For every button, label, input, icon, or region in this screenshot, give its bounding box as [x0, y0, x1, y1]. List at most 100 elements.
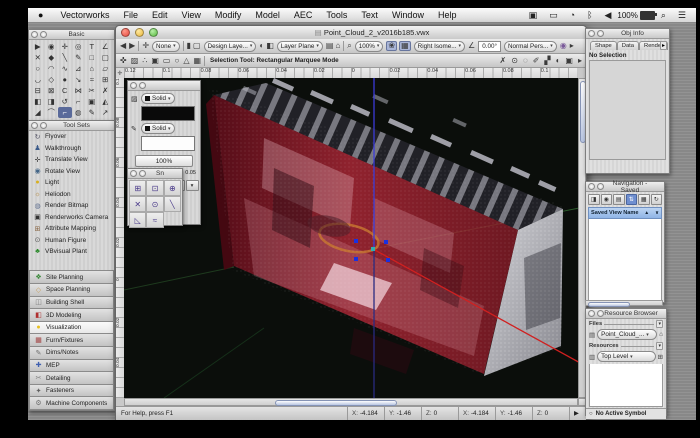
menu-item[interactable]: Help	[431, 10, 464, 20]
category-button[interactable]: ✚ MEP	[29, 359, 114, 372]
toolbar-icon[interactable]: ◧	[266, 42, 274, 50]
category-button[interactable]: ◇ Space Planning	[29, 283, 114, 296]
tool-icon[interactable]: ▱	[99, 63, 113, 74]
window-titlebar[interactable]: ▤ Point_Cloud_2_v2016b185.vwx	[116, 26, 586, 40]
mode-icon[interactable]: ⊙	[511, 57, 518, 65]
tool-icon[interactable]: ∠	[99, 41, 113, 52]
tool-set-item[interactable]: ◉ Rotate View	[29, 166, 114, 178]
navigation-mode-icon[interactable]: ⇅	[626, 194, 638, 205]
menu-item[interactable]: View	[175, 10, 208, 20]
tool-icon[interactable]: ⌒	[45, 107, 59, 118]
tool-icon[interactable]: ⌐	[58, 107, 72, 118]
tool-icon[interactable]: ↘	[72, 74, 86, 85]
pen-style-dropdown[interactable]: Solid	[141, 123, 175, 134]
mode-icon[interactable]: ∴	[142, 57, 147, 65]
snap-mode-icon[interactable]: ✕	[129, 196, 146, 212]
notification-center-icon[interactable]: ☰	[672, 10, 696, 21]
tool-sets-titlebar[interactable]: Tool Sets	[29, 121, 114, 131]
forward-button[interactable]: ▶	[129, 42, 135, 50]
close-icon[interactable]	[588, 310, 595, 317]
magnifier-icon[interactable]: ⌕	[347, 42, 351, 50]
tool-set-item[interactable]: ● Light	[29, 177, 114, 189]
files-dropdown[interactable]: Point_Cloud_...	[597, 329, 657, 340]
objinfo-titlebar[interactable]: Obj Info	[586, 29, 669, 39]
tool-icon[interactable]: ○	[31, 63, 45, 74]
navigation-mode-icon[interactable]: ▤	[613, 194, 625, 205]
category-button[interactable]: ⚙ Machine Components	[29, 396, 114, 410]
status-icon[interactable]: ◔	[564, 10, 581, 21]
tool-icon[interactable]: ✛	[58, 41, 72, 52]
mode-icon[interactable]: ▸	[578, 57, 582, 65]
tool-icon[interactable]: ⊞	[99, 74, 113, 85]
collapse-icon[interactable]	[597, 30, 604, 37]
toolbar-icon[interactable]: ◐	[259, 42, 264, 50]
snap-mode-icon[interactable]: ≈	[146, 212, 163, 228]
tool-icon[interactable]: ⊠	[45, 85, 59, 96]
tool-icon[interactable]: ⌂	[85, 63, 99, 74]
objinfo-tab[interactable]: Data	[617, 41, 639, 50]
snap-mode-icon[interactable]: ⊕	[164, 180, 181, 196]
mode-icon[interactable]: ✐	[533, 57, 540, 65]
fill-style-dropdown[interactable]: Solid	[141, 93, 175, 104]
panel-scroll-strip[interactable]	[585, 300, 663, 306]
mode-icon[interactable]: ▭	[163, 57, 171, 65]
battery-indicator[interactable]: 100%	[617, 11, 654, 20]
mode-icon[interactable]: ▞	[544, 57, 550, 65]
tool-icon[interactable]: ⊿	[72, 63, 86, 74]
close-icon[interactable]	[130, 170, 137, 177]
render-mode-icon[interactable]: ◉	[560, 42, 567, 50]
column-menu-icon[interactable]: ∨	[655, 210, 659, 216]
snap-mode-icon[interactable]: ⊙	[146, 196, 163, 212]
collapse-icon[interactable]	[139, 82, 146, 89]
fill-color-swatch[interactable]	[141, 106, 195, 121]
tool-mode-icon[interactable]: ✛	[142, 42, 149, 50]
tool-icon[interactable]: ◢	[31, 107, 45, 118]
navigation-mode-icon[interactable]: ↻	[651, 194, 663, 205]
tool-icon[interactable]: ◇	[45, 74, 59, 85]
tool-icon[interactable]: ⋈	[72, 85, 86, 96]
tool-icon[interactable]: ◨	[45, 96, 59, 107]
pen-color-swatch[interactable]	[141, 136, 195, 151]
category-button[interactable]: ◧ 3D Modeling	[29, 308, 114, 321]
tool-set-item[interactable]: ⊙ Human Figure	[29, 235, 114, 247]
mode-icon[interactable]: ✗	[500, 57, 507, 65]
toolbar-icon[interactable]: ▦	[399, 41, 411, 51]
view-dropdown[interactable]: Right Isome...	[414, 41, 465, 52]
tool-icon[interactable]: ✎	[85, 107, 99, 118]
tool-icon[interactable]: ◭	[99, 96, 113, 107]
mode-icon[interactable]: ▨	[131, 57, 139, 65]
projection-dropdown[interactable]: Normal Pers...	[504, 41, 557, 52]
arrow-style-button[interactable]: ▾	[186, 180, 199, 191]
design-layer-dropdown[interactable]: Design Laye...	[204, 41, 257, 52]
tool-icon[interactable]: ▶	[31, 41, 45, 52]
mode-icon[interactable]: ✜	[120, 57, 127, 65]
tool-icon[interactable]: ✕	[31, 52, 45, 63]
mode-icon[interactable]: ▦	[193, 57, 201, 65]
tool-icon[interactable]: ▣	[85, 96, 99, 107]
section-menu-icon[interactable]: ▾	[656, 342, 663, 350]
tool-icon[interactable]: C	[58, 85, 72, 96]
tool-icon[interactable]: ✗	[99, 85, 113, 96]
mode-icon[interactable]: ▣	[565, 57, 573, 65]
tool-icon[interactable]: □	[85, 52, 99, 63]
tab-overflow-button[interactable]: ▸	[660, 41, 667, 50]
snap-mode-icon[interactable]: ⊞	[129, 180, 146, 196]
close-icon[interactable]	[130, 82, 137, 89]
navigation-mode-icon[interactable]: ▦	[638, 194, 650, 205]
category-button[interactable]: ❖ Site Planning	[29, 270, 114, 283]
category-button[interactable]: ◫ Building Shell	[29, 296, 114, 309]
status-icon[interactable]: ◀	[598, 10, 617, 21]
status-icon[interactable]: ▭	[543, 10, 564, 21]
tool-set-item[interactable]: ↻ Flyover	[29, 131, 114, 143]
toolbar-icon[interactable]: ⌂	[335, 42, 340, 50]
collapse-icon[interactable]	[40, 31, 47, 38]
collapse-icon[interactable]	[40, 122, 47, 129]
category-button[interactable]: ✦ Fasteners	[29, 384, 114, 397]
navigation-mode-icon[interactable]: ◉	[601, 194, 613, 205]
collapse-icon[interactable]	[597, 183, 604, 190]
collapse-icon[interactable]	[597, 310, 604, 317]
status-icon[interactable]: ᛒ	[581, 10, 598, 21]
tool-set-item[interactable]: ✛ Translate View	[29, 154, 114, 166]
tool-icon[interactable]: ◍	[72, 107, 86, 118]
section-menu-icon[interactable]: ▾	[656, 320, 663, 328]
